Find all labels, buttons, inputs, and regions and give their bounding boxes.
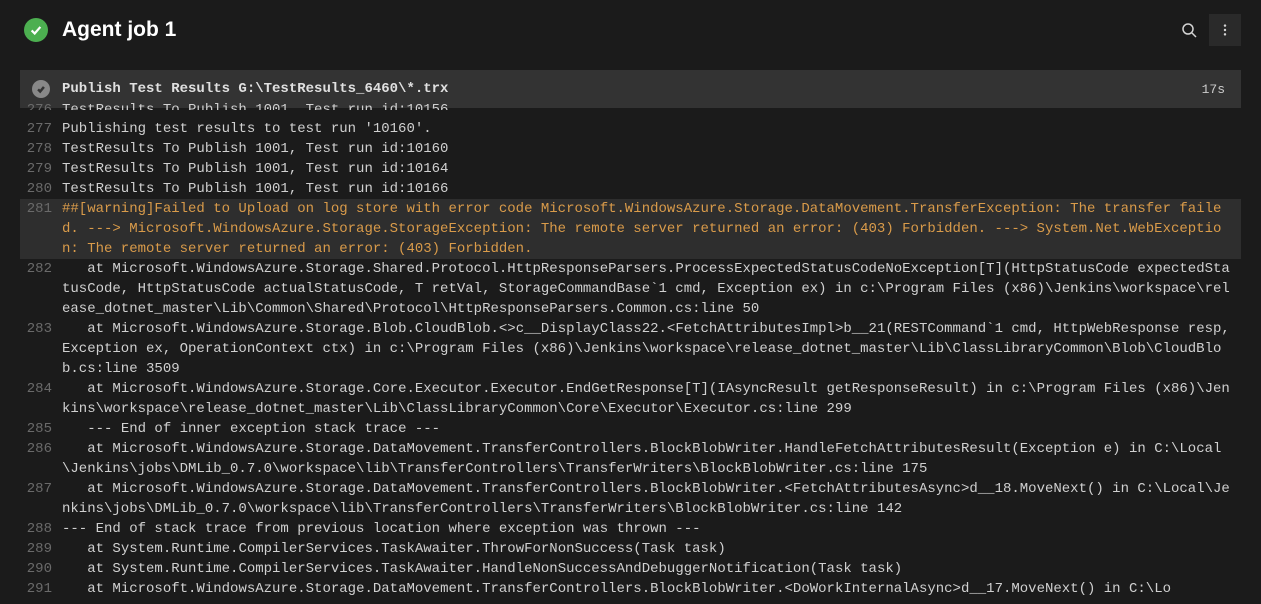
log-line[interactable]: 279TestResults To Publish 1001, Test run… [20,159,1241,179]
log-line[interactable]: 284 at Microsoft.WindowsAzure.Storage.Co… [20,379,1241,419]
line-number: 279 [20,159,62,179]
search-button[interactable] [1173,14,1205,46]
log-line[interactable]: 289 at System.Runtime.CompilerServices.T… [20,539,1241,559]
line-number: 291 [20,579,62,599]
log-text: TestResults To Publish 1001, Test run id… [62,139,1241,159]
line-number: 284 [20,379,62,399]
log-line[interactable]: 290 at System.Runtime.CompilerServices.T… [20,559,1241,579]
task-duration: 17s [1202,82,1225,97]
log-line[interactable]: 283 at Microsoft.WindowsAzure.Storage.Bl… [20,319,1241,379]
log-line[interactable]: 288--- End of stack trace from previous … [20,519,1241,539]
log-line[interactable]: 282 at Microsoft.WindowsAzure.Storage.Sh… [20,259,1241,319]
more-button[interactable] [1209,14,1241,46]
line-number: 281 [20,199,62,219]
log-line[interactable]: 280TestResults To Publish 1001, Test run… [20,179,1241,199]
log-text: --- End of stack trace from previous loc… [62,519,1241,539]
log-text: at System.Runtime.CompilerServices.TaskA… [62,539,1241,559]
log-line[interactable]: 278TestResults To Publish 1001, Test run… [20,139,1241,159]
line-number: 278 [20,139,62,159]
search-icon [1181,22,1197,38]
log-text: at Microsoft.WindowsAzure.Storage.DataMo… [62,439,1241,479]
log-text: at Microsoft.WindowsAzure.Storage.DataMo… [62,579,1241,599]
status-success-icon [24,18,48,42]
line-number: 285 [20,419,62,439]
log-line[interactable]: 287 at Microsoft.WindowsAzure.Storage.Da… [20,479,1241,519]
task-status-icon [32,80,50,98]
log-line[interactable]: 276TestResults To Publish 1001, Test run… [20,108,1241,119]
log-line[interactable]: 285 --- End of inner exception stack tra… [20,419,1241,439]
line-number: 280 [20,179,62,199]
log-line[interactable]: 291 at Microsoft.WindowsAzure.Storage.Da… [20,579,1241,599]
log-text: at Microsoft.WindowsAzure.Storage.Core.E… [62,379,1241,419]
log-text: TestResults To Publish 1001, Test run id… [62,159,1241,179]
log-text: at System.Runtime.CompilerServices.TaskA… [62,559,1241,579]
line-number: 276 [20,99,62,110]
log-text: Publishing test results to test run '101… [62,119,1241,139]
log-text: TestResults To Publish 1001, Test run id… [62,179,1241,199]
log-text: --- End of inner exception stack trace -… [62,419,1241,439]
line-number: 289 [20,539,62,559]
line-number: 286 [20,439,62,459]
log-line[interactable]: 277Publishing test results to test run '… [20,119,1241,139]
log-text: TestResults To Publish 1001, Test run id… [62,99,1241,110]
line-number: 288 [20,519,62,539]
job-title: Agent job 1 [62,18,1159,42]
log-line[interactable]: 281##[warning]Failed to Upload on log st… [20,199,1241,259]
log-area[interactable]: 276TestResults To Publish 1001, Test run… [20,108,1241,599]
job-header: Agent job 1 [0,0,1261,66]
log-text: at Microsoft.WindowsAzure.Storage.Blob.C… [62,319,1241,379]
header-actions [1173,14,1241,46]
log-text: at Microsoft.WindowsAzure.Storage.DataMo… [62,479,1241,519]
line-number: 290 [20,559,62,579]
more-icon [1218,23,1232,37]
log-text: at Microsoft.WindowsAzure.Storage.Shared… [62,259,1241,319]
line-number: 277 [20,119,62,139]
log-text-warning: ##[warning]Failed to Upload on log store… [62,199,1241,259]
log-line[interactable]: 286 at Microsoft.WindowsAzure.Storage.Da… [20,439,1241,479]
line-number: 282 [20,259,62,279]
line-number: 287 [20,479,62,499]
task-title: Publish Test Results G:\TestResults_6460… [62,81,1190,97]
line-number: 283 [20,319,62,339]
